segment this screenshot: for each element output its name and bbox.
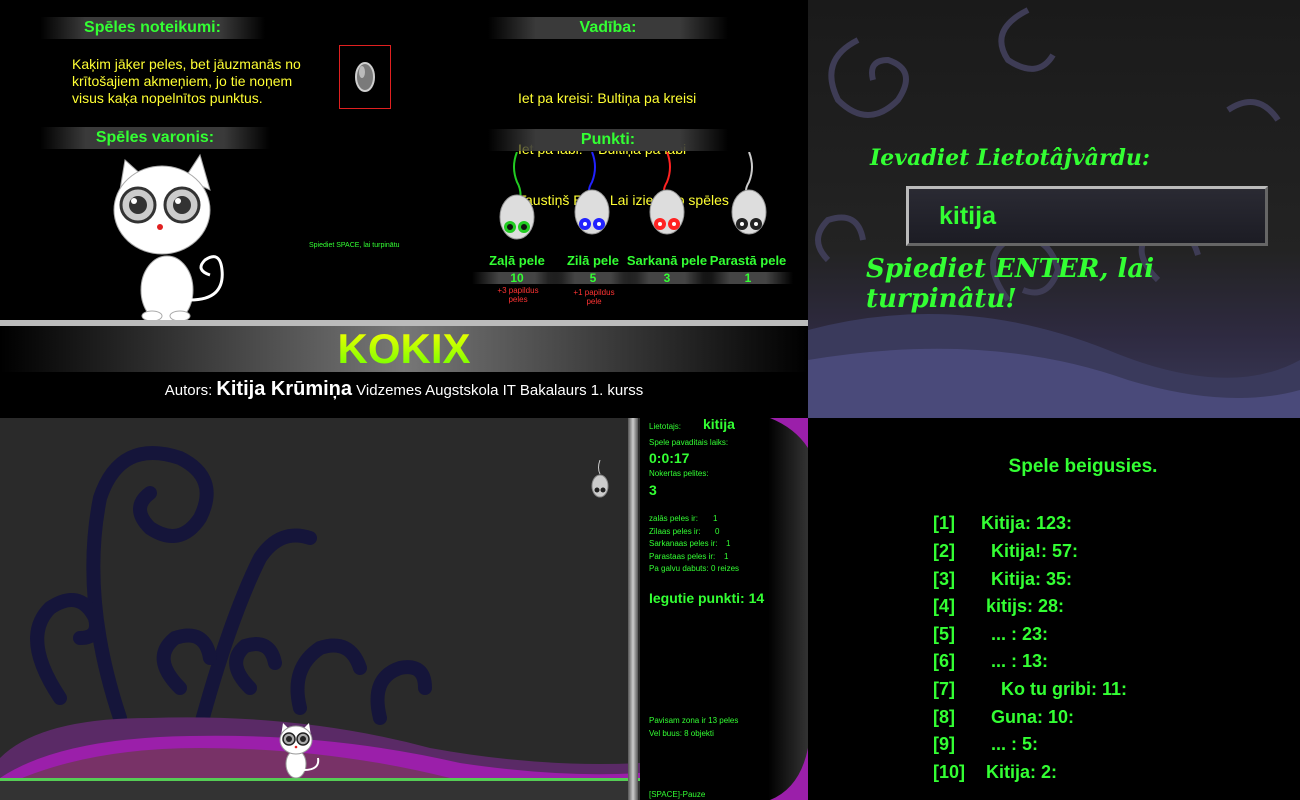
stat-value: 1	[724, 552, 729, 561]
author-name: Kitija Krūmiņa	[216, 378, 352, 400]
mouse-points: 1	[703, 272, 793, 284]
score-entry: ... : 5:	[981, 734, 1039, 754]
username-field[interactable]: kitija	[906, 186, 1268, 246]
highscore-row: [5] ... : 23:	[933, 624, 1048, 645]
score-entry: Guna: 10:	[981, 707, 1075, 727]
title-bar: KOKIX Autors: Kitija Krūmiņa Vidzemes Au…	[0, 320, 808, 418]
highscore-row: [9] ... : 5:	[933, 734, 1038, 755]
rank: [1]	[933, 513, 955, 533]
green-mouse-icon	[499, 152, 535, 240]
stat-label: Parastaas peles ir:	[649, 552, 716, 561]
highscore-row: [6] ... : 13:	[933, 651, 1048, 672]
enter-hint: Spiediet ENTER, lai turpinâtu!	[866, 254, 1155, 314]
author-line: Autors: Kitija Krūmiņa Vidzemes Augstsko…	[0, 378, 808, 401]
rank: [5]	[933, 624, 955, 644]
game-logo: KOKIX	[0, 326, 808, 372]
time-value: 0:0:17	[649, 450, 690, 466]
controls-heading: Vadība:	[488, 17, 728, 39]
hud-corner-accent	[770, 418, 808, 448]
points-value: 14	[748, 590, 765, 606]
rank: [10]	[933, 762, 966, 782]
game-over-title: Spele beigusies.	[1008, 456, 1158, 477]
rank: [9]	[933, 734, 955, 754]
rules-line: krītošajiem akmeņiem, jo tie noņem	[72, 73, 293, 89]
stone-icon	[355, 62, 375, 92]
caught-value: 3	[649, 482, 657, 498]
highscore-row: [10] Kitija: 2:	[933, 762, 1057, 783]
stat-label: Sarkanaas peles ir:	[649, 539, 718, 548]
highscore-screen: Spele beigusies. [1] Kitija: 123: [2] Kit…	[808, 418, 1300, 800]
hud-edge	[768, 418, 808, 800]
rank: [6]	[933, 651, 955, 671]
stat-label: Zilaas peles ir:	[649, 527, 701, 536]
points-heading: Punkti:	[488, 129, 728, 151]
red-mouse-icon	[649, 152, 685, 235]
stat-value: 0	[715, 527, 720, 536]
falling-mouse-icon	[591, 460, 609, 498]
highscore-row: [1] Kitija: 123:	[933, 513, 1072, 534]
username-value: kitija	[939, 202, 996, 230]
points-label: Iegutie punkti:	[649, 590, 745, 606]
user-label: Lietotajs:	[649, 422, 682, 431]
stat-value: 1	[713, 514, 718, 523]
hud-bottom-accent	[770, 748, 808, 800]
mouse-bonus: +3 papildus peles	[497, 286, 539, 304]
game-screen: Lietotajs: kitija Spele pavaditais laiks…	[0, 418, 808, 800]
rank: [2]	[933, 541, 955, 561]
remaining-info: Vel buus: 8 objekti	[649, 729, 714, 738]
stat-value: 0 reizes	[711, 564, 740, 573]
pause-hint: [SPACE]-Pauze	[649, 790, 706, 799]
rules-line: visus kaķa nopelnītos punktus.	[72, 90, 263, 106]
highscore-row: [3] Kitija: 35:	[933, 569, 1072, 590]
user-value: kitija	[703, 418, 735, 432]
login-screen: Ievadiet Lietotâjvârdu: kitija Spiediet …	[808, 0, 1300, 418]
mice-legend	[499, 152, 767, 240]
stat-label: Pa galvu dabuts:	[649, 564, 709, 573]
stat-value: 1	[726, 539, 731, 548]
score-entry: kitijs: 28:	[981, 596, 1065, 616]
stat-label: zalās peles ir:	[649, 514, 698, 523]
score-entry: Kitija: 2:	[981, 762, 1058, 782]
score-entry: ... : 23:	[981, 624, 1049, 644]
highscore-row: [7] Ko tu gribi: 11:	[933, 679, 1127, 700]
hud-panel: Lietotajs: kitija Spele pavaditais laiks…	[640, 418, 808, 800]
rules-line: Kaķim jāķer peles, bet jāuzmanās no	[72, 56, 301, 72]
hud-divider	[628, 418, 638, 800]
points-readout: Iegutie punkti: 14	[649, 590, 764, 606]
score-entry: ... : 13:	[981, 651, 1049, 671]
player-cat-icon	[279, 723, 320, 779]
highscore-row: [8] Guna: 10:	[933, 707, 1074, 728]
score-entry: Kitija: 123:	[981, 513, 1073, 533]
blue-mouse-icon	[574, 152, 610, 235]
rules-text: Kaķim jāķer peles, bet jāuzmanās no krīt…	[72, 56, 342, 107]
rank: [8]	[933, 707, 955, 727]
stone-preview	[339, 45, 391, 109]
author-label: Autors:	[164, 382, 213, 399]
rank: [7]	[933, 679, 955, 699]
mouse-name: Parastā pele	[709, 253, 787, 268]
author-info: Vidzemes Augstskola IT Bakalaurs 1. kurs…	[356, 382, 644, 399]
highscore-list: [1] Kitija: 123: [2] Kitija!: 57: [3] Kit…	[933, 513, 1293, 793]
time-label: Spele pavaditais laiks:	[649, 438, 729, 447]
score-entry: Kitija: 35:	[981, 569, 1073, 589]
space-hint: Spiediet SPACE, lai turpinātu	[309, 242, 400, 249]
score-entry: Ko tu gribi: 11:	[981, 679, 1128, 699]
control-line: Iet pa kreisi: Bultiņa pa kreisi	[518, 90, 697, 106]
mouse-points: 3	[622, 272, 712, 284]
mouse-bonus: +1 papildus pele	[573, 288, 615, 306]
caught-label: Nokertas pelites:	[649, 469, 709, 478]
rules-heading: Spēles noteikumi:	[40, 17, 265, 39]
username-prompt: Ievadiet Lietotâjvârdu:	[870, 145, 1151, 171]
rank: [3]	[933, 569, 955, 589]
score-entry: Kitija!: 57:	[981, 541, 1079, 561]
zone-info: Pavisam zona ir 13 peles	[649, 716, 739, 725]
hero-heading: Spēles varonis:	[40, 127, 270, 149]
rules-screen: Spēles noteikumi: Kaķim jāķer peles, bet…	[0, 0, 808, 418]
mouse-name: Sarkanā pele	[626, 253, 708, 268]
plain-mouse-icon	[731, 152, 767, 235]
cat-hero-icon	[113, 153, 224, 325]
highscore-row: [4] kitijs: 28:	[933, 596, 1064, 617]
rank: [4]	[933, 596, 955, 616]
highscore-row: [2] Kitija!: 57:	[933, 541, 1078, 562]
